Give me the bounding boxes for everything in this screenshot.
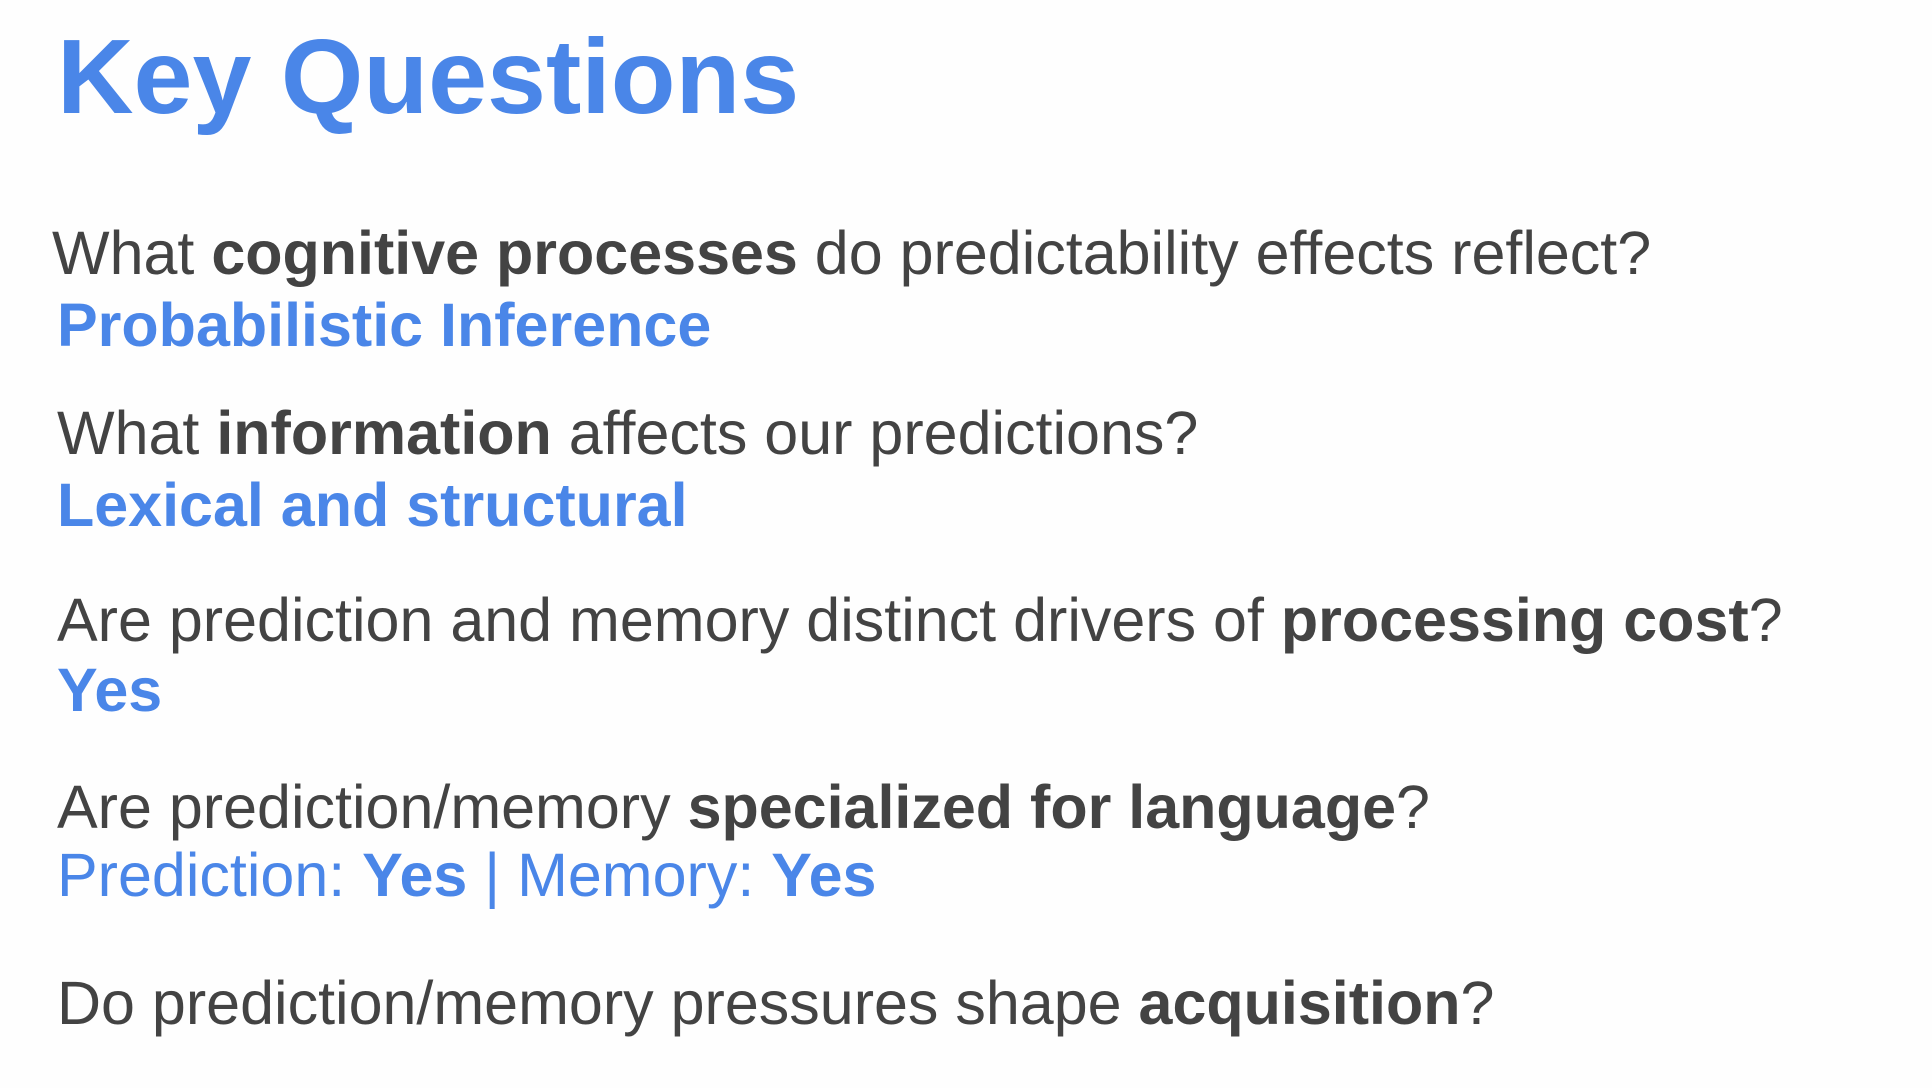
answer-4-memory-value: Yes (771, 841, 877, 909)
question-3-pre: Are prediction and memory distinct drive… (57, 586, 1281, 654)
question-1-emphasis: cognitive processes (211, 219, 798, 287)
answer-4-prediction-label: Prediction: (57, 841, 363, 909)
question-5: Do prediction/memory pressures shape acq… (57, 968, 1494, 1038)
question-4: Are prediction/memory specialized for la… (57, 772, 1430, 842)
question-5-post: ? (1460, 969, 1495, 1037)
question-4-pre: Are prediction/memory (57, 773, 688, 841)
answer-4-prediction-value: Yes (362, 841, 468, 909)
question-2-pre: What (57, 399, 217, 467)
answer-3: Yes (57, 656, 163, 724)
answer-2: Lexical and structural (57, 471, 688, 539)
slide-title: Key Questions (57, 18, 800, 136)
question-2-emphasis: information (216, 399, 552, 467)
question-4-post: ? (1396, 773, 1430, 841)
answer-1: Probabilistic Inference (57, 291, 712, 359)
answer-4-memory-label: | Memory: (467, 841, 772, 909)
question-3: Are prediction and memory distinct drive… (57, 585, 1783, 655)
question-5-emphasis: acquisition (1138, 969, 1461, 1037)
question-2-post: affects our predictions? (551, 399, 1199, 467)
question-2: What information affects our predictions… (57, 398, 1198, 468)
question-4-emphasis: specialized for language (687, 773, 1397, 841)
question-3-post: ? (1748, 586, 1783, 654)
question-1-pre: What (52, 219, 212, 287)
question-1: What cognitive processes do predictabili… (52, 218, 1651, 288)
question-5-pre: Do prediction/memory pressures shape (57, 969, 1139, 1037)
question-1-post: do predictability effects reflect? (797, 219, 1652, 287)
answer-4: Prediction: Yes | Memory: Yes (57, 840, 876, 910)
question-3-emphasis: processing cost (1280, 586, 1749, 654)
slide: Key Questions What cognitive processes d… (0, 0, 1932, 1088)
